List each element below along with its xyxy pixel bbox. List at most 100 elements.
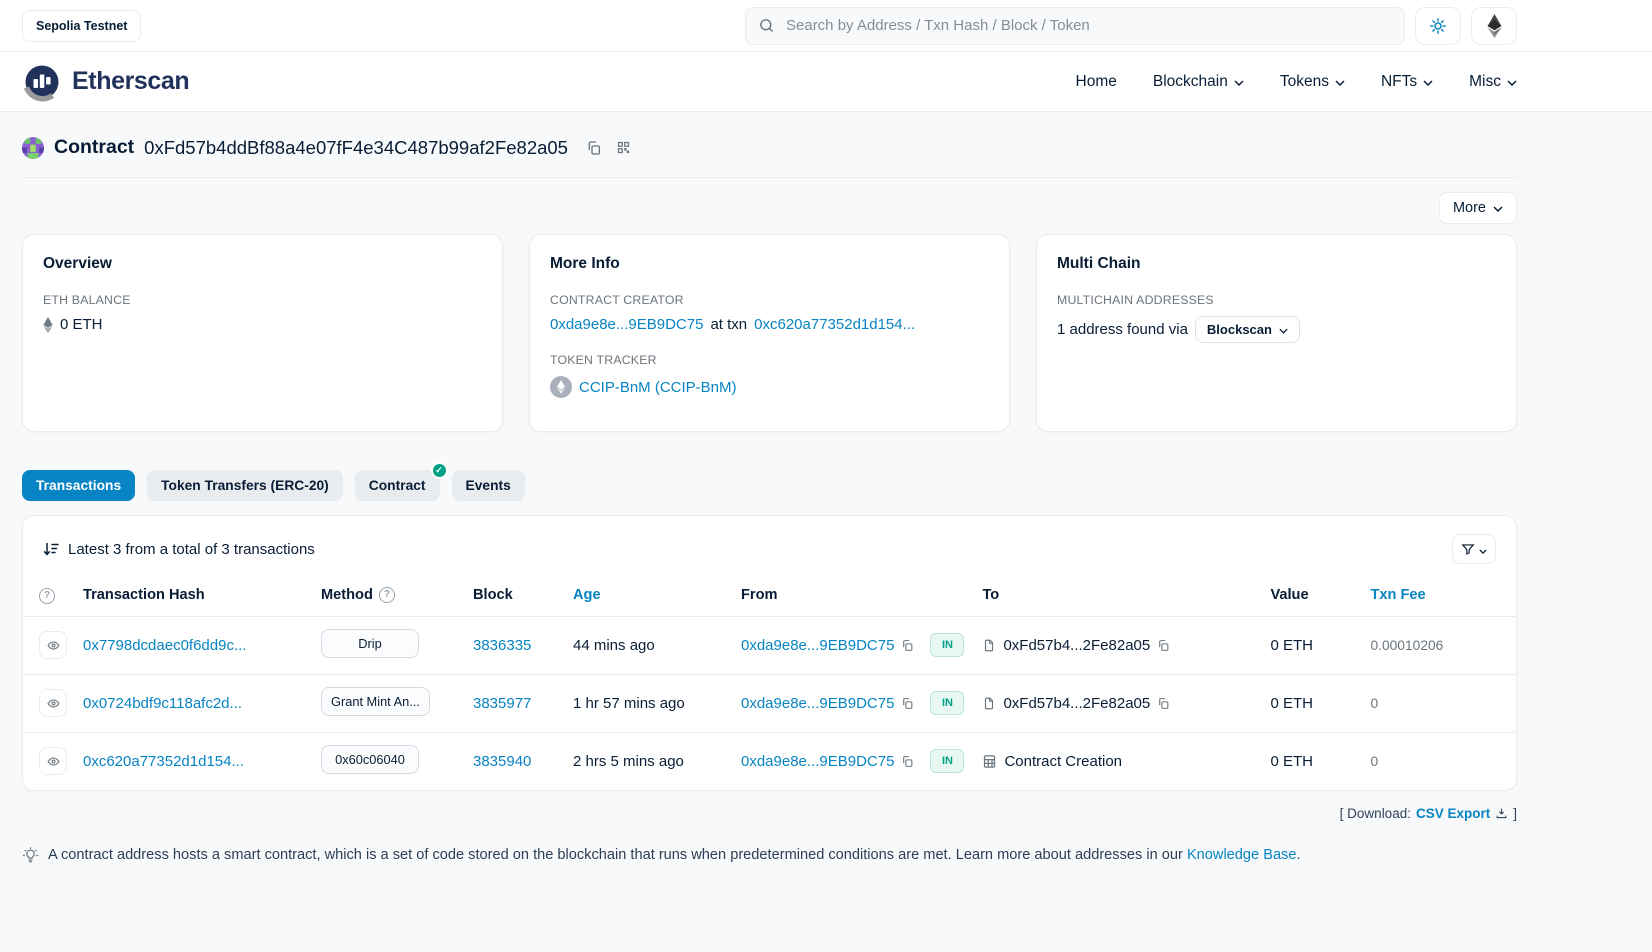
topbar: Sepolia Testnet xyxy=(0,0,1652,52)
network-switch-button[interactable] xyxy=(1471,7,1517,45)
copy-from-button[interactable] xyxy=(901,697,914,710)
column-to: To xyxy=(974,570,1262,616)
column-from: From xyxy=(733,570,922,616)
search-input[interactable] xyxy=(784,16,1392,35)
column-direction xyxy=(922,570,974,616)
copy-from-button[interactable] xyxy=(901,639,914,652)
from-address-link[interactable]: 0xda9e8e...9EB9DC75 xyxy=(741,753,894,770)
txn-hash-link[interactable]: 0xc620a77352d1d154... xyxy=(83,753,244,770)
knowledge-base-link[interactable]: Knowledge Base xyxy=(1187,847,1297,863)
footer-note-text: A contract address hosts a smart contrac… xyxy=(48,847,1183,863)
block-link[interactable]: 3836335 xyxy=(473,637,531,654)
eye-icon xyxy=(47,755,60,768)
eye-icon xyxy=(47,697,60,710)
search-icon xyxy=(758,17,775,34)
table-row: 0x0724bdf9c118afc2d... Grant Mint An... … xyxy=(23,674,1516,732)
chevron-down-icon xyxy=(1234,73,1244,91)
multichain-addresses-label: MULTICHAIN ADDRESSES xyxy=(1057,293,1496,307)
copy-address-button[interactable] xyxy=(584,138,604,158)
footer-note-period: . xyxy=(1296,847,1300,863)
copy-icon xyxy=(586,140,602,156)
to-address: Contract Creation xyxy=(1004,753,1122,770)
txn-fee-cell: 0 xyxy=(1370,754,1378,769)
download-suffix: ] xyxy=(1513,806,1517,821)
from-address-link[interactable]: 0xda9e8e...9EB9DC75 xyxy=(741,695,894,712)
question-icon[interactable]: ? xyxy=(39,588,55,604)
chevron-down-icon xyxy=(1279,322,1288,337)
tab-transactions[interactable]: Transactions xyxy=(22,470,135,501)
transactions-table: ? Transaction Hash Method? Block Age Fro… xyxy=(23,570,1516,790)
column-txn-fee[interactable]: Txn Fee xyxy=(1362,570,1516,616)
blockscan-dropdown[interactable]: Blockscan xyxy=(1195,316,1300,343)
question-icon[interactable]: ? xyxy=(379,587,395,603)
nav-item-blockchain[interactable]: Blockchain xyxy=(1153,73,1244,91)
overview-card-title: Overview xyxy=(43,255,482,273)
tx-preview-button[interactable] xyxy=(39,689,67,717)
copy-from-button[interactable] xyxy=(901,755,914,768)
summary-cards: Overview ETH BALANCE 0 ETH More Info CON… xyxy=(22,234,1517,432)
footer-note: A contract address hosts a smart contrac… xyxy=(22,847,1517,864)
column-value: Value xyxy=(1262,570,1362,616)
theme-toggle-button[interactable] xyxy=(1415,7,1461,45)
txn-hash-link[interactable]: 0x0724bdf9c118afc2d... xyxy=(83,695,242,712)
chevron-down-icon xyxy=(1335,73,1345,91)
funnel-icon xyxy=(1461,542,1475,556)
chevron-down-icon xyxy=(1507,73,1517,91)
nav-item-tokens[interactable]: Tokens xyxy=(1280,73,1345,91)
etherscan-logo[interactable]: Etherscan xyxy=(22,62,189,102)
token-tracker-label: TOKEN TRACKER xyxy=(550,353,989,367)
tab-events[interactable]: Events xyxy=(452,470,525,501)
transactions-summary: Latest 3 from a total of 3 transactions xyxy=(68,541,315,558)
chevron-down-icon xyxy=(1479,542,1487,557)
method-badge[interactable]: Drip xyxy=(321,629,419,658)
copy-to-button[interactable] xyxy=(1157,697,1170,710)
method-badge[interactable]: 0x60c06040 xyxy=(321,745,419,774)
creation-txn-link[interactable]: 0xc620a77352d1d154... xyxy=(754,316,915,333)
more-button[interactable]: More xyxy=(1439,192,1517,224)
block-link[interactable]: 3835940 xyxy=(473,753,531,770)
blockscan-label: Blockscan xyxy=(1207,322,1272,337)
more-button-label: More xyxy=(1453,200,1486,216)
filter-button[interactable] xyxy=(1452,534,1496,564)
csv-export-link[interactable]: CSV Export xyxy=(1416,806,1490,821)
creator-address-link[interactable]: 0xda9e8e...9EB9DC75 xyxy=(550,316,703,333)
overview-card: Overview ETH BALANCE 0 ETH xyxy=(22,234,503,432)
direction-badge: IN xyxy=(930,633,964,657)
value-cell: 0 ETH xyxy=(1270,637,1313,654)
tab-token-transfers[interactable]: Token Transfers (ERC-20) xyxy=(147,470,343,501)
download-row: [ Download: CSV Export ] xyxy=(22,806,1517,821)
tx-preview-button[interactable] xyxy=(39,631,67,659)
age-value: 44 mins ago xyxy=(573,637,655,654)
txn-hash-link[interactable]: 0x7798dcdaec0f6dd9c... xyxy=(83,637,246,654)
nav-item-misc[interactable]: Misc xyxy=(1469,73,1517,91)
tab-contract-label: Contract xyxy=(369,478,426,493)
age-value: 2 hrs 5 mins ago xyxy=(573,753,684,770)
to-address: 0xFd57b4...2Fe82a05 xyxy=(1003,637,1150,654)
nav-item-label: Tokens xyxy=(1280,73,1329,91)
header-divider xyxy=(22,177,1517,178)
address-avatar xyxy=(22,137,44,159)
brand-name: Etherscan xyxy=(72,67,189,96)
tab-contract[interactable]: Contract ✓ xyxy=(355,470,440,501)
qr-code-button[interactable] xyxy=(614,138,633,157)
search-box xyxy=(745,7,1405,45)
more-row: More xyxy=(22,192,1517,224)
direction-badge: IN xyxy=(930,749,964,773)
tx-preview-button[interactable] xyxy=(39,747,67,775)
multi-chain-card: Multi Chain MULTICHAIN ADDRESSES 1 addre… xyxy=(1036,234,1517,432)
token-tracker-link[interactable]: CCIP-BnM (CCIP-BnM) xyxy=(579,379,737,396)
copy-to-button[interactable] xyxy=(1157,639,1170,652)
from-address-link[interactable]: 0xda9e8e...9EB9DC75 xyxy=(741,637,894,654)
column-age[interactable]: Age xyxy=(565,570,733,616)
method-badge[interactable]: Grant Mint An... xyxy=(321,687,430,716)
transactions-toolbar: Latest 3 from a total of 3 transactions xyxy=(23,516,1516,570)
token-logo-icon xyxy=(550,376,572,398)
network-badge[interactable]: Sepolia Testnet xyxy=(22,10,141,42)
block-link[interactable]: 3835977 xyxy=(473,695,531,712)
chevron-down-icon xyxy=(1423,73,1433,91)
nav-item-nfts[interactable]: NFTs xyxy=(1381,73,1433,91)
contract-creator-label: CONTRACT CREATOR xyxy=(550,293,989,307)
etherscan-logo-icon xyxy=(22,62,62,102)
nav-item-home[interactable]: Home xyxy=(1076,73,1117,91)
nav-item-label: Home xyxy=(1076,73,1117,91)
